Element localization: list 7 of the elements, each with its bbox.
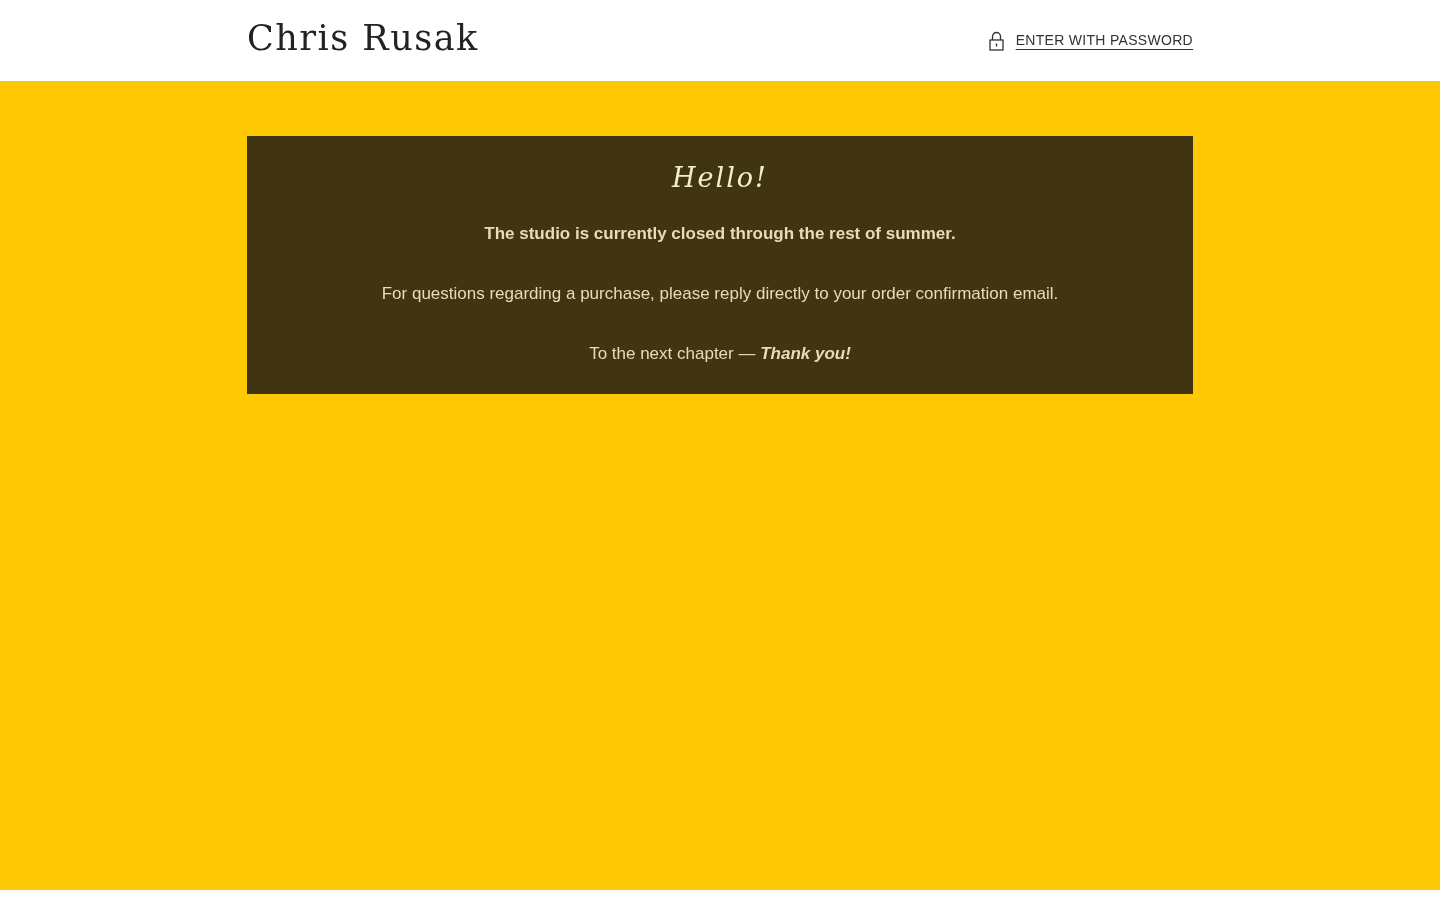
notice-paragraph: To the next chapter — Thank you! bbox=[589, 343, 851, 365]
site-logo[interactable]: Chris Rusak bbox=[247, 21, 479, 60]
enter-with-password-link[interactable]: ENTER WITH PASSWORD bbox=[988, 30, 1193, 51]
notice-paragraph: For questions regarding a purchase, please reply directly to your order confirmation email. bbox=[381, 283, 1059, 305]
lock-icon bbox=[988, 30, 1004, 51]
notice-title: Hello! bbox=[672, 161, 768, 195]
notice-lead-text: The studio is currently closed through the rest of summer. bbox=[484, 223, 956, 245]
